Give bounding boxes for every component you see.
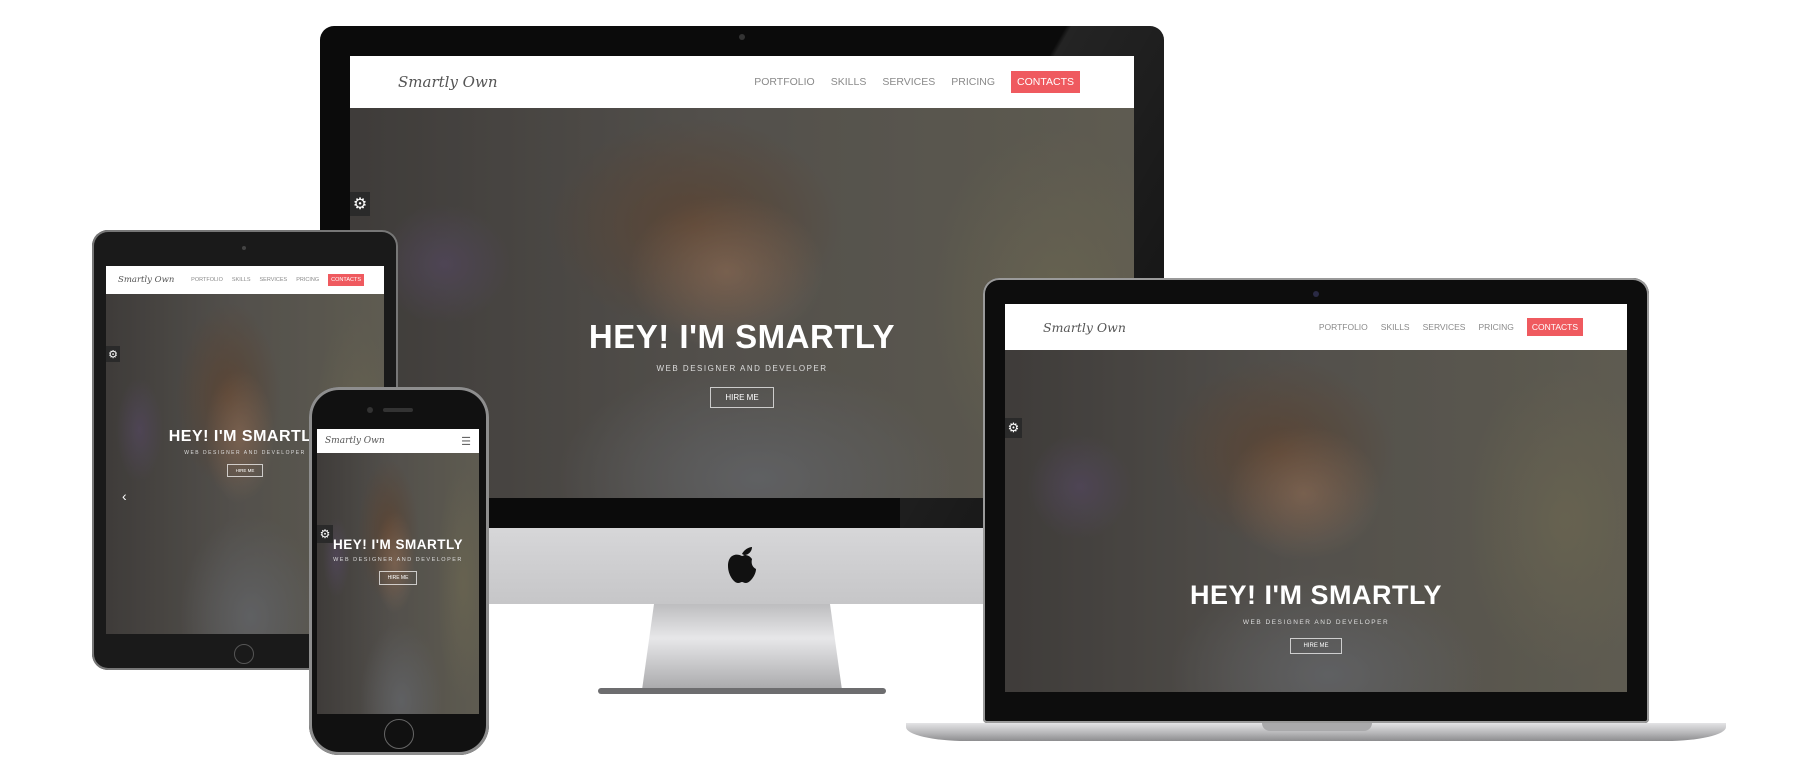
macbook-notch	[1262, 723, 1372, 731]
nav-item-contacts[interactable]: CONTACTS	[1526, 318, 1583, 336]
nav-menu: ☰	[461, 435, 471, 448]
chevron-left-icon[interactable]: ‹	[122, 488, 127, 504]
imac-camera	[739, 34, 745, 40]
imac-stand	[642, 604, 842, 690]
hero: HEY! I'M SMARTLY WEB DESIGNER AND DEVELO…	[1005, 580, 1627, 654]
nav-item-services[interactable]: SERVICES	[882, 76, 935, 88]
navbar: Smartly Own PORTFOLIO SKILLS SERVICES PR…	[106, 266, 384, 294]
hero-subtitle: WEB DESIGNER AND DEVELOPER	[1242, 619, 1390, 626]
navbar: Smartly Own PORTFOLIO SKILLS SERVICES PR…	[1005, 304, 1627, 350]
nav-item-pricing[interactable]: PRICING	[1478, 322, 1513, 332]
navbar: Smartly Own PORTFOLIO SKILLS SERVICES PR…	[350, 56, 1134, 108]
hero-title: HEY! I'M SMARTLY	[1190, 580, 1442, 610]
nav-menu: PORTFOLIO SKILLS SERVICES PRICING CONTAC…	[1319, 318, 1583, 336]
site-logo[interactable]: Smartly Own	[1043, 320, 1126, 335]
hire-me-button[interactable]: HIRE ME	[378, 571, 418, 585]
nav-item-contacts[interactable]: CONTACTS	[1011, 71, 1080, 93]
nav-item-portfolio[interactable]: PORTFOLIO	[191, 277, 223, 283]
iphone-device: Smartly Own ☰ ⚙ HEY! I'M SMARTLY WEB DES…	[309, 387, 489, 755]
nav-menu: PORTFOLIO SKILLS SERVICES PRICING CONTAC…	[754, 71, 1080, 93]
hamburger-icon[interactable]: ☰	[461, 435, 471, 448]
hero-subtitle: WEB DESIGNER AND DEVELOPER	[333, 557, 463, 563]
gear-icon[interactable]: ⚙	[350, 192, 370, 216]
ipad-home-button[interactable]	[234, 644, 254, 664]
hire-me-button[interactable]: HIRE ME	[710, 387, 774, 408]
nav-item-portfolio[interactable]: PORTFOLIO	[1319, 322, 1368, 332]
apple-logo-icon	[725, 542, 759, 584]
iphone-speaker	[383, 408, 413, 412]
nav-item-skills[interactable]: SKILLS	[232, 277, 251, 283]
site-logo[interactable]: Smartly Own	[325, 436, 385, 446]
iphone-camera	[367, 407, 373, 413]
gear-icon[interactable]: ⚙	[106, 346, 120, 362]
nav-item-pricing[interactable]: PRICING	[951, 76, 995, 88]
navbar: Smartly Own ☰	[317, 429, 479, 453]
nav-item-pricing[interactable]: PRICING	[296, 277, 319, 283]
iphone-screen: Smartly Own ☰ ⚙ HEY! I'M SMARTLY WEB DES…	[317, 429, 479, 714]
hire-me-button[interactable]: HIRE ME	[226, 464, 264, 477]
iphone-home-button[interactable]	[384, 719, 414, 749]
nav-item-portfolio[interactable]: PORTFOLIO	[754, 76, 814, 88]
site-logo[interactable]: Smartly Own	[118, 275, 174, 285]
nav-menu: PORTFOLIO SKILLS SERVICES PRICING CONTAC…	[191, 274, 364, 286]
nav-item-skills[interactable]: SKILLS	[831, 76, 867, 88]
nav-item-skills[interactable]: SKILLS	[1381, 322, 1410, 332]
hero-title: HEY! I'M SMARTLY	[333, 537, 463, 552]
macbook-camera	[1313, 291, 1319, 297]
hero: HEY! I'M SMARTLY WEB DESIGNER AND DEVELO…	[317, 537, 479, 585]
macbook-screen: Smartly Own PORTFOLIO SKILLS SERVICES PR…	[1005, 304, 1627, 692]
nav-item-services[interactable]: SERVICES	[1423, 322, 1466, 332]
hire-me-button[interactable]: HIRE ME	[1290, 638, 1342, 654]
nav-item-services[interactable]: SERVICES	[260, 277, 288, 283]
macbook-device: Smartly Own PORTFOLIO SKILLS SERVICES PR…	[906, 278, 1726, 748]
nav-item-contacts[interactable]: CONTACTS	[328, 274, 364, 286]
site-logo[interactable]: Smartly Own	[398, 73, 497, 91]
ipad-camera	[242, 246, 246, 250]
gear-icon[interactable]: ⚙	[1005, 418, 1022, 438]
imac-stand-base	[598, 688, 886, 694]
